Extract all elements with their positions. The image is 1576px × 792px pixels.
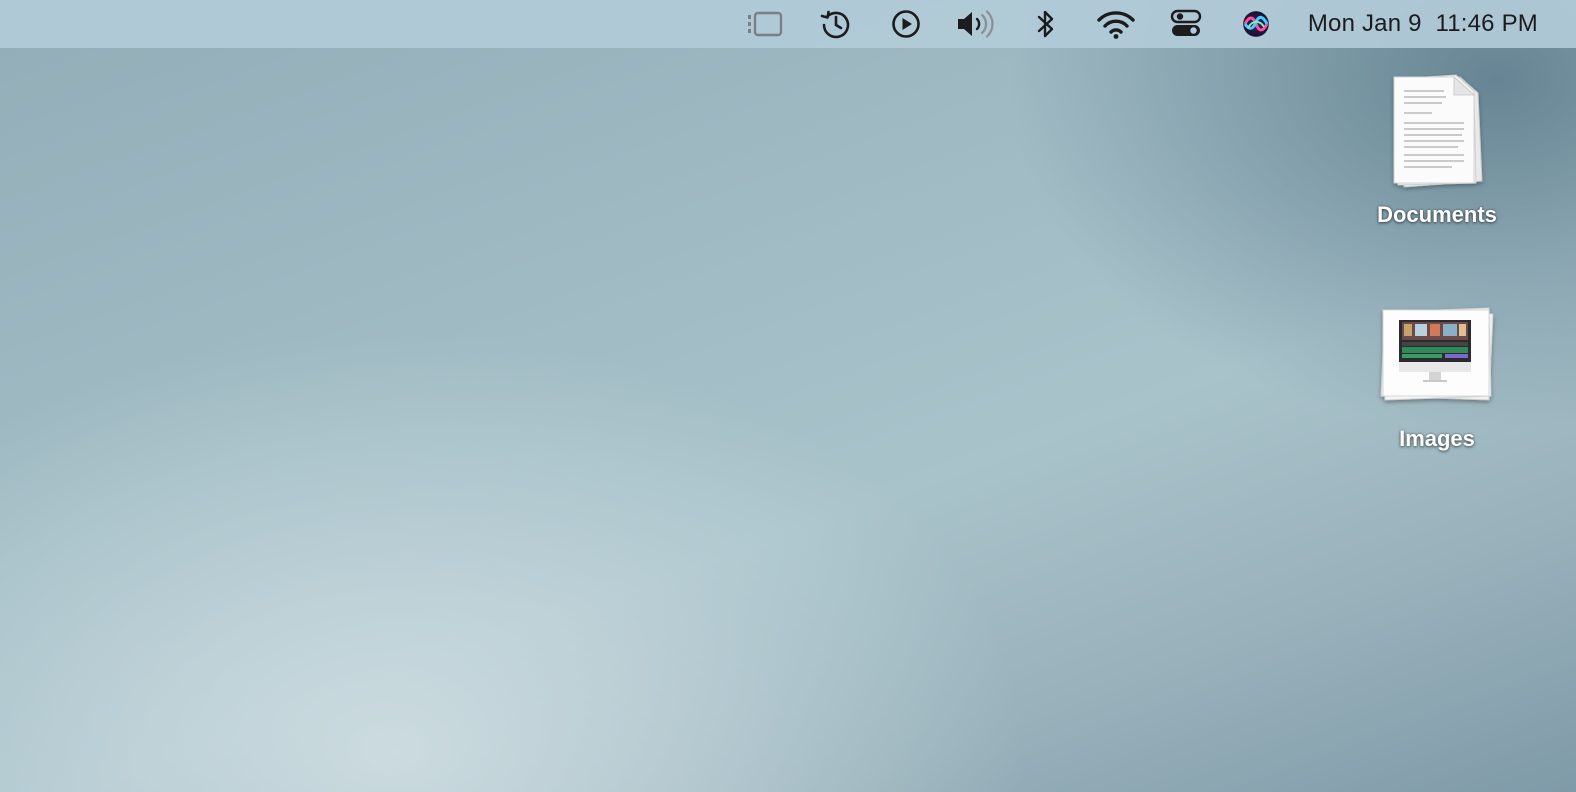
desktop: Mon Jan 9 11:46 PM Documents Images — [0, 0, 1576, 792]
clock-date: Mon Jan 9 — [1307, 10, 1422, 37]
siri-icon[interactable] — [1234, 0, 1278, 48]
desktop-item-label: Images — [1399, 426, 1475, 451]
wifi-icon[interactable] — [1094, 0, 1138, 48]
desktop-item-documents[interactable]: Documents — [1352, 66, 1522, 228]
clock-time: 11:46 PM — [1435, 10, 1538, 37]
desktop-item-images[interactable]: Images — [1352, 290, 1522, 452]
now-playing-icon[interactable] — [884, 0, 928, 48]
menu-bar: Mon Jan 9 11:46 PM — [0, 0, 1576, 48]
image-stack-icon — [1372, 290, 1502, 420]
document-stack-icon — [1372, 66, 1502, 196]
desktop-item-label: Documents — [1377, 202, 1497, 227]
control-center-icon[interactable] — [1164, 0, 1208, 48]
stage-manager-icon[interactable] — [744, 0, 788, 48]
menu-bar-clock[interactable]: Mon Jan 9 11:46 PM — [1308, 0, 1538, 48]
volume-icon[interactable] — [954, 0, 998, 48]
bluetooth-icon[interactable] — [1024, 0, 1068, 48]
time-machine-icon[interactable] — [814, 0, 858, 48]
